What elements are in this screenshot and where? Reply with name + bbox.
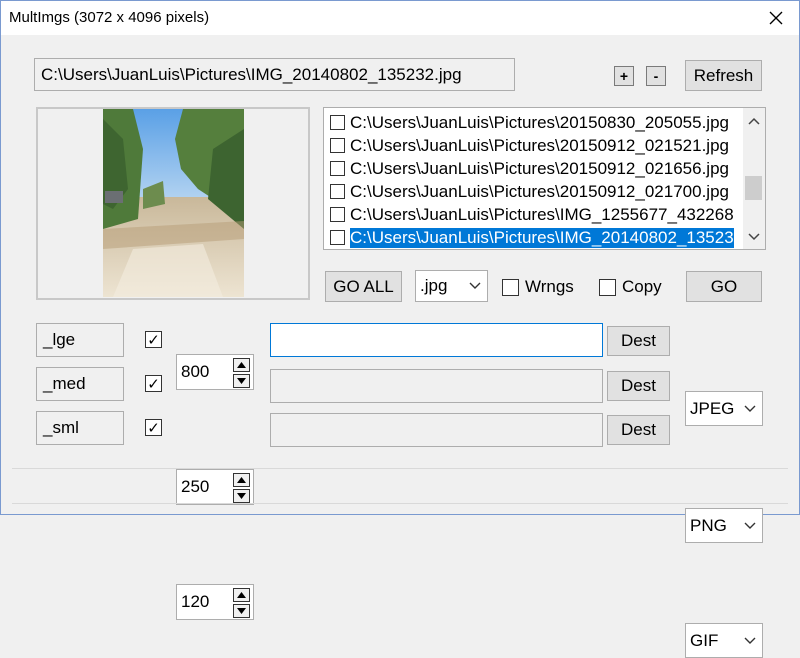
go-all-button[interactable]: GO ALL (325, 271, 402, 302)
enable-checkbox-large[interactable]: ✓ (145, 331, 162, 349)
dest-button-small[interactable]: Dest (607, 415, 670, 445)
list-item[interactable]: C:\Users\JuanLuis\Pictures\20150912_0216… (330, 157, 729, 180)
image-preview (103, 109, 244, 297)
app-window: MultImgs (3072 x 4096 pixels) C:\Users\J… (0, 0, 800, 658)
size-stepper-small[interactable]: 120 (176, 584, 254, 620)
add-button[interactable]: + (614, 66, 634, 86)
format-value: GIF (690, 630, 719, 650)
copy-label: Copy (622, 277, 662, 296)
size-value: 800 (181, 362, 210, 381)
list-item-label: C:\Users\JuanLuis\Pictures\20150912_0216… (350, 158, 729, 178)
dest-button-large[interactable]: Dest (607, 326, 670, 356)
dest-path-input-large[interactable] (270, 323, 603, 357)
close-button[interactable] (753, 1, 799, 35)
list-item-label: C:\Users\JuanLuis\Pictures\20150912_0217… (350, 181, 729, 201)
add-button-label: + (619, 68, 629, 84)
chevron-down-icon (744, 637, 756, 644)
go-all-label: GO ALL (333, 276, 394, 296)
dest-button-medium[interactable]: Dest (607, 371, 670, 401)
checkmark-icon: ✓ (147, 375, 160, 393)
warnings-option[interactable]: Wrngs (502, 277, 574, 297)
warnings-label: Wrngs (525, 277, 574, 296)
extension-select-value: .jpg (420, 276, 448, 295)
list-item-checkbox[interactable] (330, 138, 345, 153)
size-value: 120 (181, 592, 210, 611)
copy-option[interactable]: Copy (599, 277, 662, 297)
suffix-value: _sml (43, 418, 79, 437)
spin-down-button[interactable] (233, 604, 250, 618)
scroll-up-icon[interactable] (748, 117, 760, 125)
format-value: JPEG (690, 398, 735, 418)
list-item-label: C:\Users\JuanLuis\Pictures\IMG_20140802_… (350, 227, 734, 248)
suffix-value: _lge (43, 330, 76, 349)
caret-down-icon (237, 608, 246, 614)
list-item-checkbox[interactable] (330, 184, 345, 199)
format-select-medium[interactable]: PNG (685, 508, 763, 543)
chevron-down-icon (744, 405, 756, 412)
close-icon (769, 11, 783, 25)
go-button[interactable]: GO (686, 271, 762, 302)
dest-button-label: Dest (621, 376, 656, 395)
title-bar: MultImgs (3072 x 4096 pixels) (1, 1, 799, 35)
spin-down-button[interactable] (233, 374, 250, 388)
format-select-small[interactable]: GIF (685, 623, 763, 658)
list-item[interactable]: C:\Users\JuanLuis\Pictures\20150912_0215… (330, 134, 729, 157)
status-bar (12, 468, 788, 504)
dest-button-label: Dest (621, 331, 656, 350)
enable-checkbox-small[interactable]: ✓ (145, 419, 162, 437)
scroll-down-icon[interactable] (748, 233, 760, 241)
caret-down-icon (237, 378, 246, 384)
checkmark-icon: ✓ (147, 419, 160, 437)
file-list[interactable]: C:\Users\JuanLuis\Pictures\20150830_2050… (323, 107, 766, 250)
refresh-button-label: Refresh (693, 65, 754, 85)
spin-up-button[interactable] (233, 358, 250, 372)
caret-up-icon (237, 592, 246, 598)
dest-path-input-medium[interactable] (270, 369, 603, 403)
suffix-field-medium[interactable]: _med (36, 367, 124, 401)
format-select-large[interactable]: JPEG (685, 391, 763, 426)
list-item-label: C:\Users\JuanLuis\Pictures\20150912_0215… (350, 135, 729, 155)
window-title: MultImgs (3072 x 4096 pixels) (9, 9, 210, 26)
warnings-checkbox[interactable] (502, 278, 519, 296)
list-item-selected[interactable]: C:\Users\JuanLuis\Pictures\IMG_20140802_… (330, 226, 734, 249)
go-button-label: GO (710, 276, 738, 296)
remove-button[interactable]: - (646, 66, 666, 86)
scroll-thumb[interactable] (745, 176, 762, 200)
copy-checkbox[interactable] (599, 278, 616, 296)
suffix-field-small[interactable]: _sml (36, 411, 124, 445)
list-item-checkbox[interactable] (330, 115, 345, 130)
list-item[interactable]: C:\Users\JuanLuis\Pictures\20150830_2050… (330, 111, 729, 134)
suffix-field-large[interactable]: _lge (36, 323, 124, 357)
checkmark-icon: ✓ (147, 331, 160, 349)
caret-up-icon (237, 362, 246, 368)
list-item-label: C:\Users\JuanLuis\Pictures\20150830_2050… (350, 112, 729, 132)
current-path-field[interactable]: C:\Users\JuanLuis\Pictures\IMG_20140802_… (34, 58, 515, 91)
dest-button-label: Dest (621, 420, 656, 439)
list-item-checkbox[interactable] (330, 207, 345, 222)
list-item[interactable]: C:\Users\JuanLuis\Pictures\IMG_1255677_4… (330, 203, 734, 226)
chevron-down-icon (469, 282, 481, 289)
current-path-text: C:\Users\JuanLuis\Pictures\IMG_20140802_… (41, 64, 462, 84)
spin-up-button[interactable] (233, 588, 250, 602)
dest-path-input-small[interactable] (270, 413, 603, 447)
format-value: PNG (690, 515, 727, 535)
list-scrollbar[interactable] (743, 108, 765, 249)
list-item-checkbox[interactable] (330, 161, 345, 176)
list-item[interactable]: C:\Users\JuanLuis\Pictures\20150912_0217… (330, 180, 729, 203)
refresh-button[interactable]: Refresh (685, 60, 762, 91)
remove-button-label: - (653, 68, 659, 84)
chevron-down-icon (744, 522, 756, 529)
size-stepper-large[interactable]: 800 (176, 354, 254, 390)
enable-checkbox-medium[interactable]: ✓ (145, 375, 162, 393)
suffix-value: _med (43, 374, 86, 393)
list-item-label: C:\Users\JuanLuis\Pictures\IMG_1255677_4… (350, 204, 734, 224)
extension-select[interactable]: .jpg (415, 270, 488, 302)
list-item-checkbox[interactable] (330, 230, 345, 245)
